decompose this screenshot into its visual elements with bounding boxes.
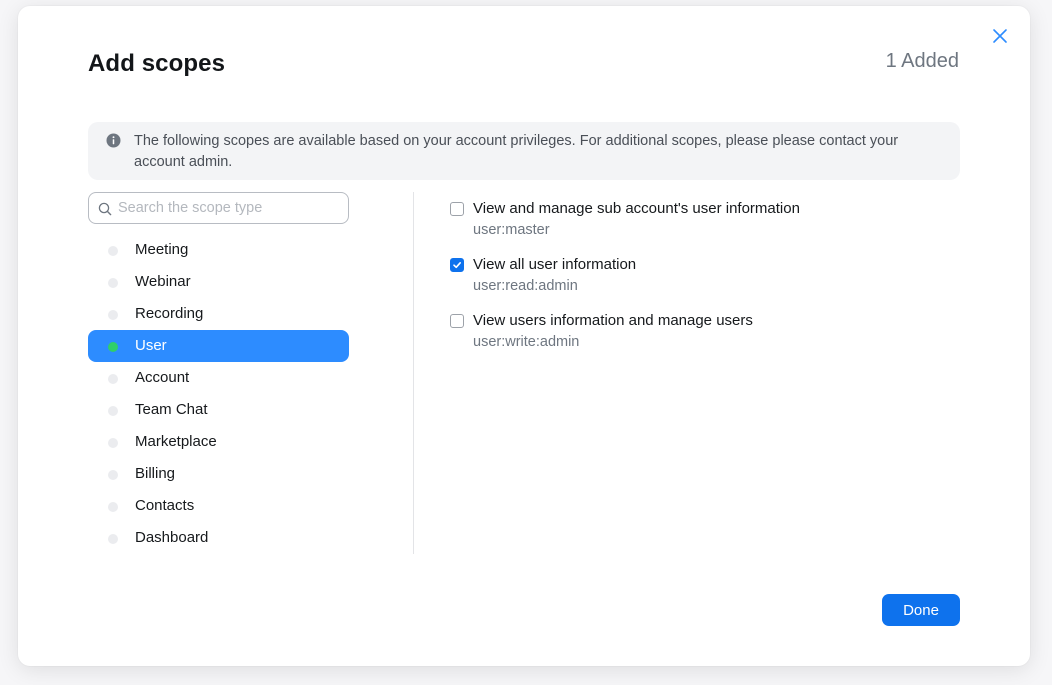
add-scopes-dialog: Add scopes 1 Added The following scopes … xyxy=(18,6,1030,666)
scope-category-list: Meeting Webinar Recording User Account T… xyxy=(88,234,349,554)
category-label: Account xyxy=(135,369,190,386)
info-icon xyxy=(106,133,121,148)
status-dot xyxy=(108,278,118,288)
scope-checkbox[interactable] xyxy=(450,258,464,272)
status-dot xyxy=(108,246,118,256)
info-banner: The following scopes are available based… xyxy=(88,122,960,180)
done-button[interactable]: Done xyxy=(882,594,960,626)
scope-code: user:read:admin xyxy=(473,278,578,294)
scope-name: View all user information xyxy=(473,256,637,273)
scope-name: View users information and manage users xyxy=(473,312,753,329)
close-icon[interactable] xyxy=(990,26,1010,46)
category-item-webinar[interactable]: Webinar xyxy=(88,266,349,298)
status-dot xyxy=(108,310,118,320)
category-label: Dashboard xyxy=(135,529,209,546)
scope-code: user:write:admin xyxy=(473,334,580,350)
search-icon xyxy=(98,202,112,216)
category-item-billing[interactable]: Billing xyxy=(88,458,349,490)
category-label: Webinar xyxy=(135,273,191,290)
category-label: Recording xyxy=(135,305,204,322)
panel-divider xyxy=(413,192,414,554)
scope-search[interactable] xyxy=(88,192,349,224)
checkmark-icon xyxy=(453,262,461,269)
category-item-dashboard[interactable]: Dashboard xyxy=(88,522,349,554)
info-text: The following scopes are available based… xyxy=(134,133,899,170)
dialog-title: Add scopes xyxy=(88,50,226,77)
category-label: Contacts xyxy=(135,497,195,514)
category-item-team-chat[interactable]: Team Chat xyxy=(88,394,349,426)
added-count: 1 Added xyxy=(885,50,959,72)
category-item-recording[interactable]: Recording xyxy=(88,298,349,330)
category-item-marketplace[interactable]: Marketplace xyxy=(88,426,349,458)
category-item-user[interactable]: User xyxy=(88,330,349,362)
category-item-account[interactable]: Account xyxy=(88,362,349,394)
category-label: Team Chat xyxy=(135,401,208,418)
status-dot xyxy=(108,374,118,384)
category-label: User xyxy=(135,337,167,354)
scope-code: user:master xyxy=(473,222,550,238)
status-dot xyxy=(108,342,118,352)
search-input[interactable] xyxy=(118,198,340,218)
scope-checkbox[interactable] xyxy=(450,202,464,216)
status-dot xyxy=(108,438,118,448)
category-label: Marketplace xyxy=(135,433,217,450)
category-label: Billing xyxy=(135,465,176,482)
category-item-contacts[interactable]: Contacts xyxy=(88,490,349,522)
status-dot xyxy=(108,502,118,512)
status-dot xyxy=(108,470,118,480)
status-dot xyxy=(108,406,118,416)
scope-name: View and manage sub account's user infor… xyxy=(473,200,800,217)
category-item-meeting[interactable]: Meeting xyxy=(88,234,349,266)
scope-checkbox[interactable] xyxy=(450,314,464,328)
status-dot xyxy=(108,534,118,544)
category-label: Meeting xyxy=(135,241,189,258)
